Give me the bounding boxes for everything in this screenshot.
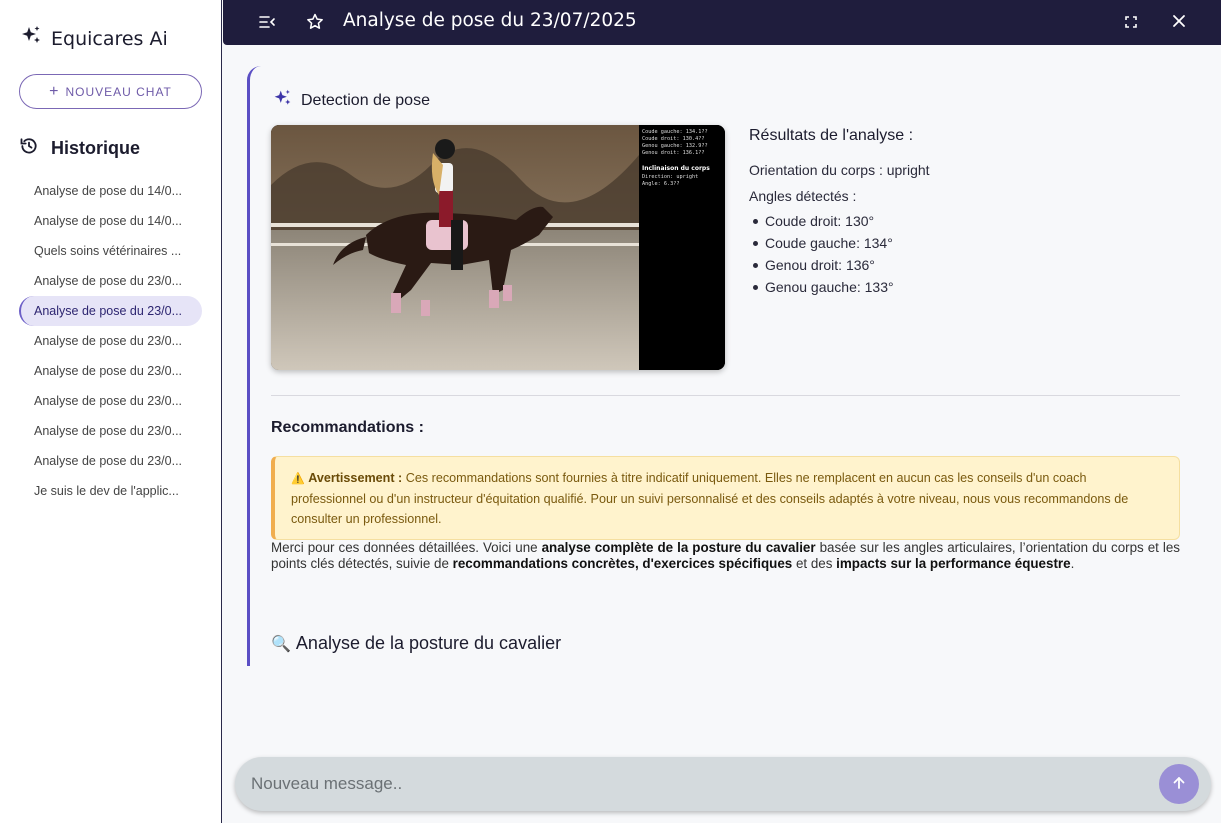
overlay-text: Coude droit: 130.4?? [642, 136, 704, 142]
sidebar: Equicares Ai + NOUVEAU CHAT Historique A… [0, 0, 222, 823]
history-item[interactable]: Analyse de pose du 23/0... [19, 326, 202, 356]
message-input[interactable] [251, 757, 1131, 811]
detection-header: Detection de pose [272, 88, 430, 114]
warning-label: Avertissement : [308, 471, 403, 485]
history-header: Historique [19, 136, 140, 161]
para-bold: analyse complète de la posture du cavali… [541, 540, 816, 555]
history-item[interactable]: Analyse de pose du 23/0... [19, 416, 202, 446]
posture-title: Analyse de la posture du cavalier [295, 633, 562, 653]
new-chat-button[interactable]: + NOUVEAU CHAT [19, 74, 202, 109]
brand: Equicares Ai [19, 24, 168, 53]
intro-paragraph: Merci pour ces données détaillées. Voici… [271, 540, 1180, 572]
angle-item: Genou gauche: 133° [749, 276, 1169, 298]
star-icon[interactable] [305, 12, 325, 32]
detection-title: Detection de pose [301, 92, 430, 109]
para-text: Merci pour ces données détaillées. Voici… [271, 540, 542, 555]
results-title: Résultats de l'analyse : [749, 127, 914, 144]
warning-text: Ces recommandations sont fournies à titr… [291, 471, 1129, 526]
history-title: Historique [51, 138, 141, 158]
sparkle-icon [272, 88, 293, 114]
angles-title: Angles détectés : [749, 188, 857, 204]
fullscreen-icon[interactable] [1123, 14, 1139, 30]
collapse-sidebar-icon[interactable] [258, 13, 276, 31]
warning-icon: ⚠️ [291, 473, 305, 485]
conversation-title: Analyse de pose du 23/07/2025 [343, 10, 637, 31]
top-bar: Analyse de pose du 23/07/2025 [223, 0, 1221, 45]
send-button[interactable] [1159, 764, 1199, 804]
angle-item: Coude gauche: 134° [749, 232, 1169, 254]
history-item[interactable]: Quels soins vétérinaires ... [19, 236, 202, 266]
para-text: et des [792, 556, 837, 571]
overlay-text: Direction: upright [642, 174, 698, 180]
angle-item: Genou droit: 136° [749, 254, 1169, 276]
para-text: . [1070, 556, 1075, 571]
posture-header: 🔍 Analyse de la posture du cavalier [271, 633, 561, 654]
body-orientation: Orientation du corps : upright [749, 162, 930, 178]
history-item[interactable]: Analyse de pose du 23/0... [19, 446, 202, 476]
history-item[interactable]: Analyse de pose du 14/0... [19, 176, 202, 206]
history-item[interactable]: Analyse de pose du 14/0... [19, 206, 202, 236]
plus-icon: + [49, 82, 60, 100]
new-chat-label: NOUVEAU CHAT [65, 84, 172, 99]
history-list: Analyse de pose du 14/0... Analyse de po… [19, 176, 202, 506]
angle-item: Coude droit: 130° [749, 210, 1169, 232]
close-icon[interactable] [1171, 13, 1187, 29]
brand-name: Equicares Ai [51, 27, 168, 50]
para-bold: recommandations concrètes, d'exercices s… [452, 556, 793, 571]
history-item[interactable]: Analyse de pose du 23/0... [19, 386, 202, 416]
history-item[interactable]: Analyse de pose du 23/0... [19, 266, 202, 296]
overlay-text: Genou droit: 136.1?? [642, 150, 704, 156]
divider [271, 395, 1180, 396]
history-item[interactable]: Analyse de pose du 23/0... [19, 356, 202, 386]
angles-list: Coude droit: 130° Coude gauche: 134° Gen… [749, 210, 1169, 298]
magnifier-icon: 🔍 [271, 635, 291, 653]
para-bold: impacts sur la performance équestre [836, 556, 1071, 571]
arrow-up-icon [1171, 775, 1187, 794]
pose-image[interactable]: Coude gauche: 134.1?? Coude droit: 130.4… [271, 125, 725, 370]
recommendations-title: Recommandations : [271, 419, 424, 436]
overlay-text: Genou gauche: 132.9?? [642, 143, 708, 149]
analysis-results: Résultats de l'analyse : Orientation du … [749, 126, 1169, 298]
message-composer [235, 757, 1211, 811]
history-icon [19, 136, 39, 161]
history-item[interactable]: Je suis le dev de l'applic... [19, 476, 202, 506]
sparkle-icon [19, 24, 43, 53]
assistant-message: Detection de pose Coude gauche: 134.1?? … [247, 66, 1221, 666]
overlay-text: Angle: 6.3?? [642, 181, 679, 187]
history-item-active[interactable]: Analyse de pose du 23/0... [19, 296, 202, 326]
overlay-text: Coude gauche: 134.1?? [642, 129, 708, 135]
overlay-title: Inclinaison du corps [642, 165, 710, 172]
warning-box: ⚠️ Avertissement : Ces recommandations s… [271, 456, 1180, 540]
